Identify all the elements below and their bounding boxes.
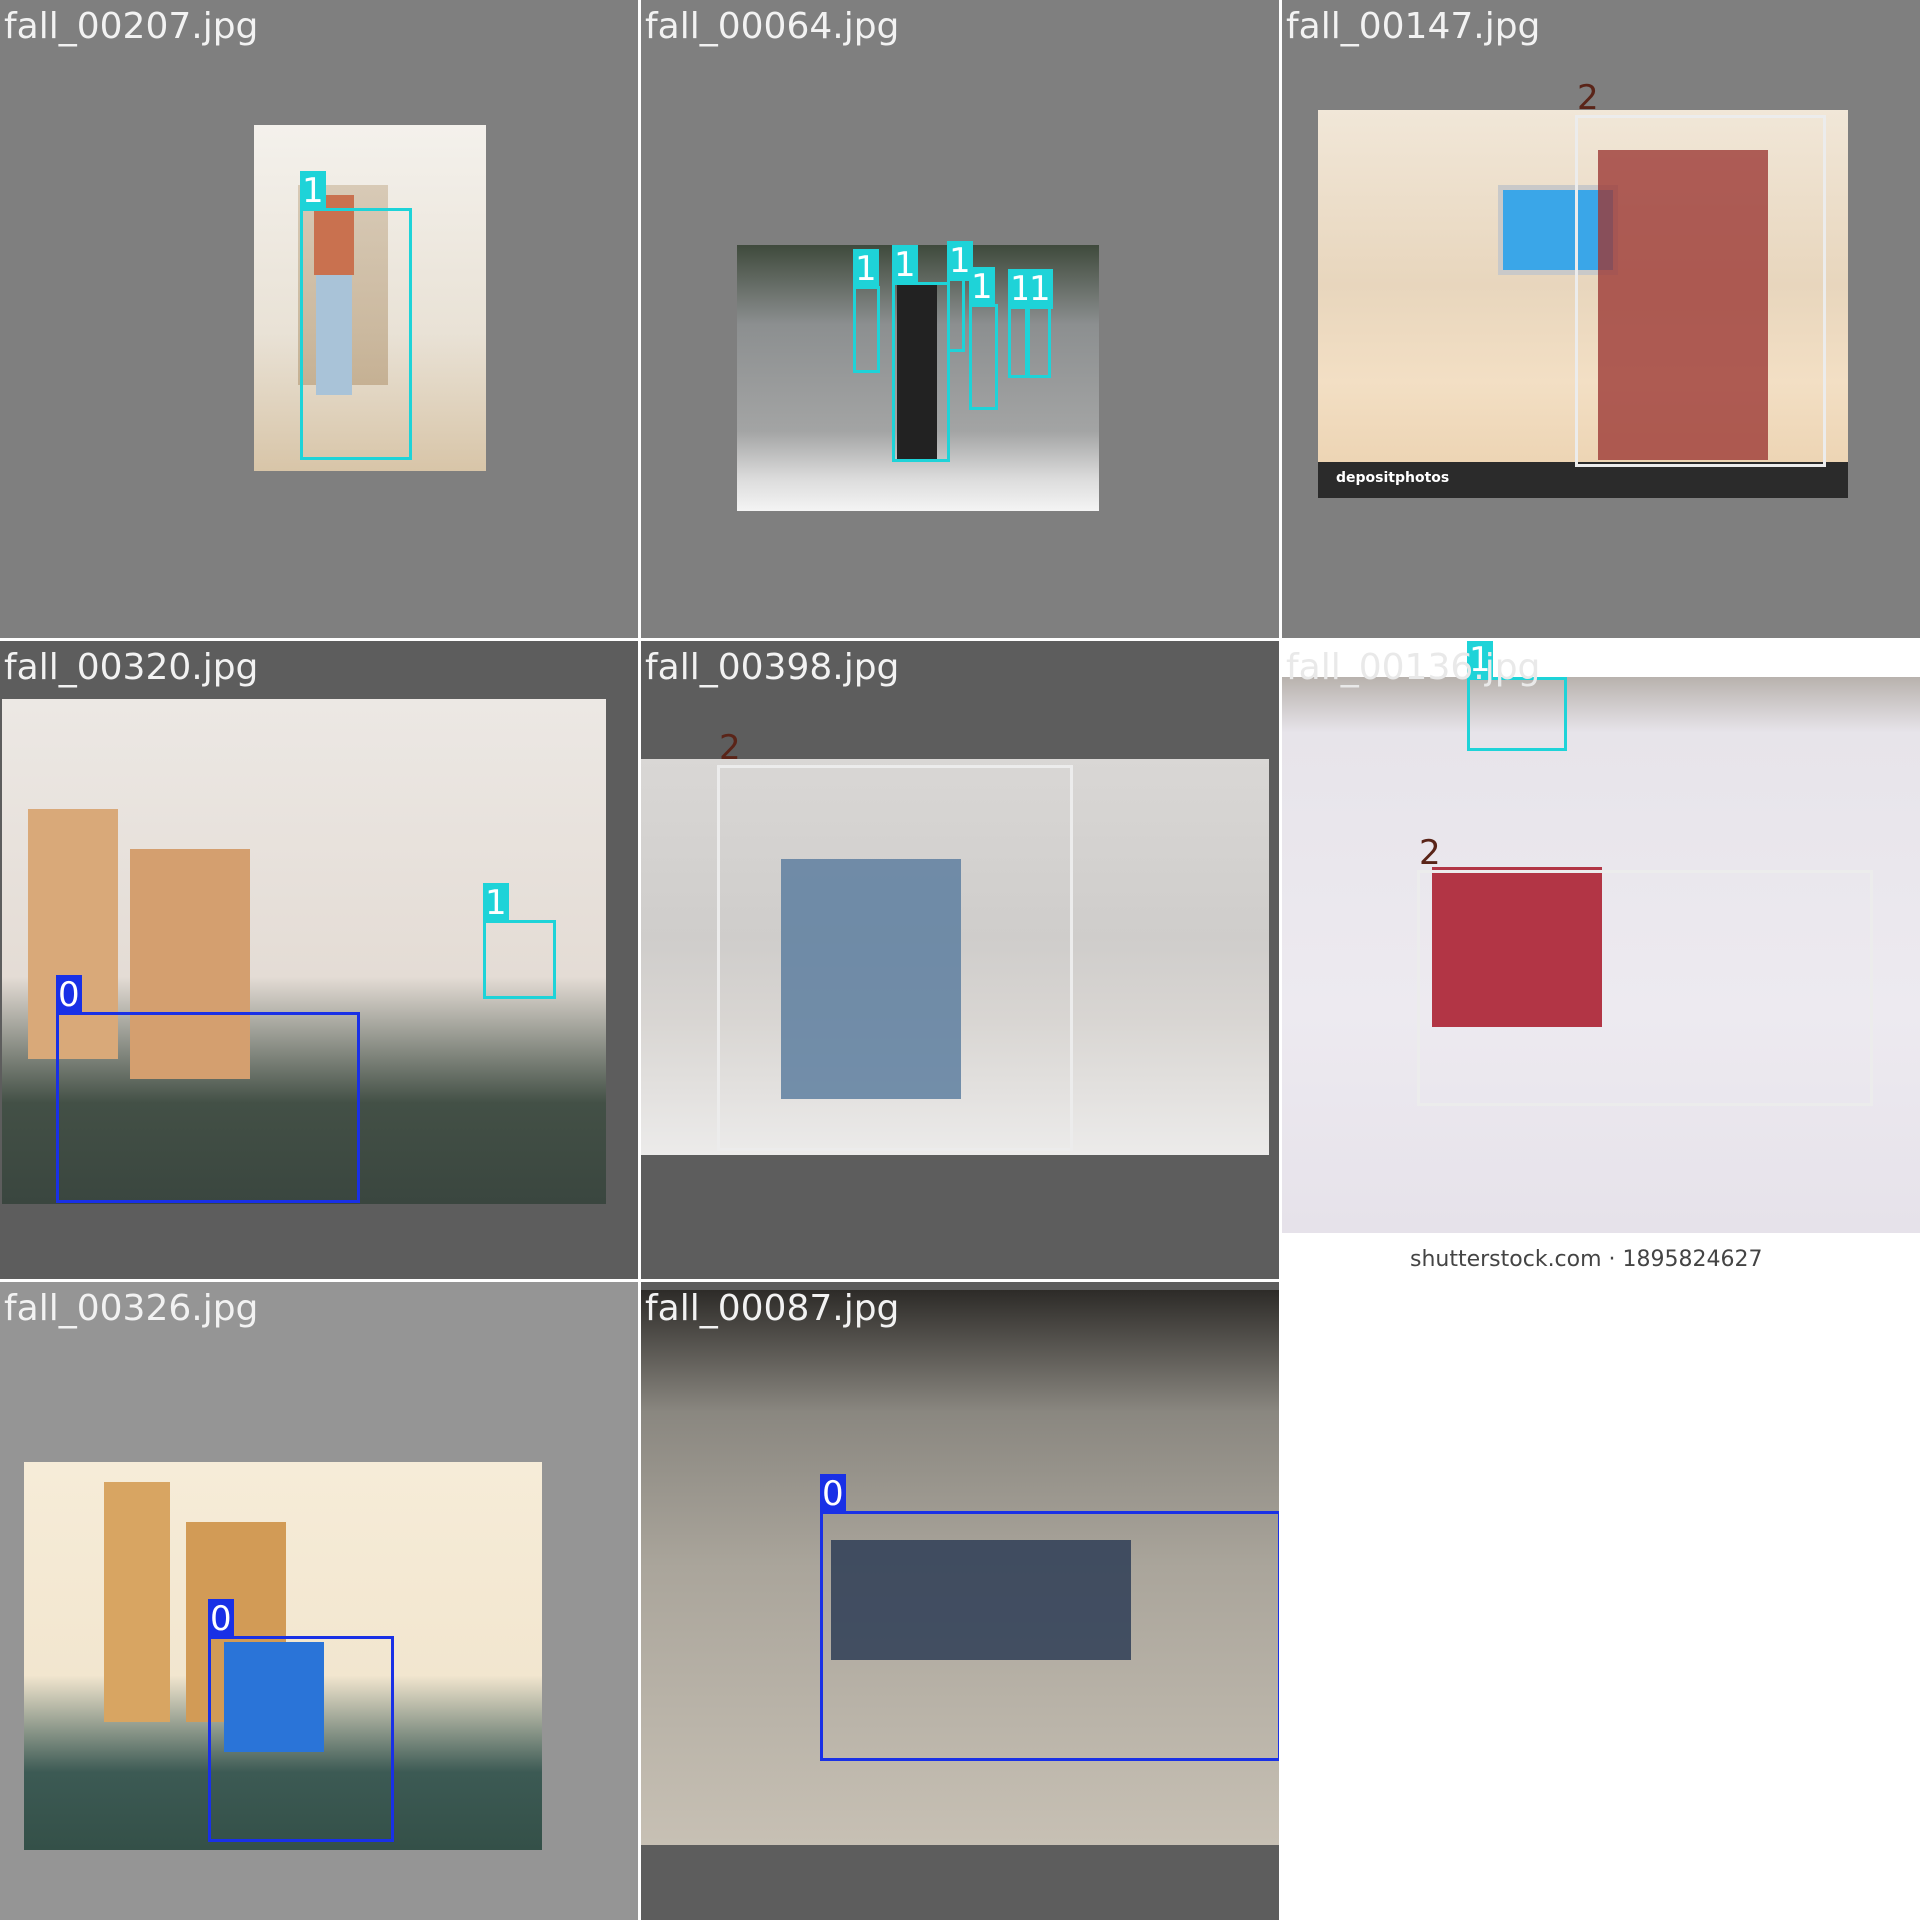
- bbox-class-1: 1: [483, 883, 556, 999]
- bbox-label: 1: [1027, 269, 1053, 309]
- tile-filename: fall_00320.jpg: [4, 647, 259, 688]
- tile-filename: fall_00136.jpg: [1286, 647, 1541, 688]
- bbox-label: 2: [1577, 78, 1599, 118]
- tile-filename: fall_00064.jpg: [645, 6, 900, 47]
- tile-fall-00064: 1 1 1 1 1 1 fall_00064.jpg: [641, 0, 1279, 638]
- tile-fall-00320: 0 1 fall_00320.jpg: [0, 641, 638, 1279]
- tile-filename: fall_00147.jpg: [1286, 6, 1541, 47]
- watermark-logo: depositphotos: [1336, 470, 1450, 486]
- bbox-class-0: 0: [208, 1599, 394, 1842]
- tile-filename: fall_00207.jpg: [4, 6, 259, 47]
- tile-fall-00136: shutterstock.com · 1895824627 1 2 fall_0…: [1282, 641, 1920, 1279]
- bbox-class-1: 1: [892, 245, 950, 462]
- bbox-label: 1: [853, 249, 879, 289]
- bbox-class-2: 2: [1417, 833, 1873, 1106]
- bbox-label: 2: [1419, 833, 1441, 873]
- tile-filename: fall_00326.jpg: [4, 1288, 259, 1329]
- detection-mosaic: 1 fall_00207.jpg 1 1 1 1 1 1 fall_00064.…: [0, 0, 1920, 1920]
- bbox-label: 0: [56, 975, 82, 1015]
- tile-filename: fall_00087.jpg: [645, 1288, 900, 1329]
- tile-filename: fall_00398.jpg: [645, 647, 900, 688]
- watermark-text: shutterstock.com · 1895824627: [1410, 1247, 1763, 1272]
- bbox-class-1: 1: [1027, 269, 1053, 378]
- bbox-label: 2: [719, 728, 741, 768]
- bbox-label: 0: [820, 1474, 846, 1514]
- bbox-class-1: 1: [300, 171, 412, 460]
- bbox-class-2: 2: [717, 728, 1073, 1151]
- tile-fall-00147: depositphotos 2 fall_00147.jpg: [1282, 0, 1920, 638]
- bbox-class-2: 2: [1575, 78, 1826, 467]
- bbox-label: 1: [969, 267, 995, 307]
- tile-fall-00207: 1 fall_00207.jpg: [0, 0, 638, 638]
- bbox-class-1: 1: [969, 267, 998, 410]
- bbox-class-1: 1: [1008, 269, 1034, 378]
- bbox-label: 1: [483, 883, 509, 923]
- bbox-label: 1: [300, 171, 326, 211]
- bbox-class-1: 1: [853, 249, 880, 373]
- tile-fall-00398: 2 fall_00398.jpg: [641, 641, 1279, 1279]
- bbox-label: 0: [208, 1599, 234, 1639]
- bbox-class-0: 0: [56, 975, 360, 1203]
- bbox-class-1: 1: [947, 241, 973, 352]
- bbox-label: 1: [892, 245, 918, 285]
- tile-fall-00326: 0 fall_00326.jpg: [0, 1282, 638, 1920]
- tile-fall-00087: 0 fall_00087.jpg: [641, 1282, 1279, 1920]
- bbox-class-0: 0: [820, 1474, 1279, 1761]
